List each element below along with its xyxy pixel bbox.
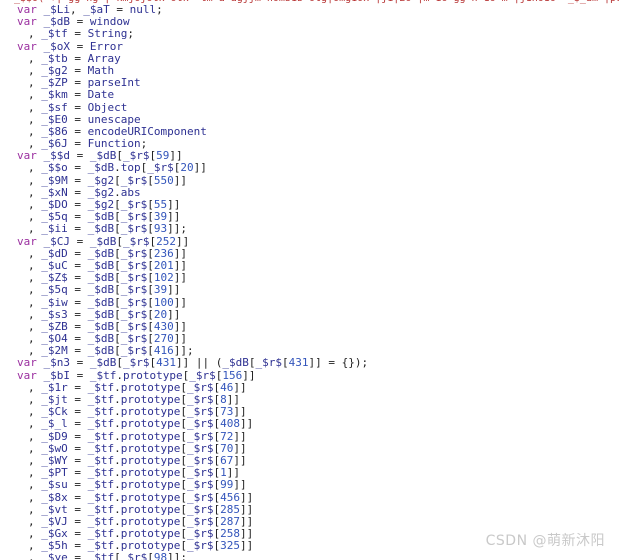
code-line-clipped-top: _$$o("+|=gg~ng^|"kmjojotk"otk"~tm~a~agjj… <box>0 0 619 4</box>
code-viewer[interactable]: _$$o("+|=gg~ng^|"kmjojotk"otk"~tm~a~agjj… <box>0 0 619 560</box>
code-line-container: _$$o("+|=gg~ng^|"kmjojotk"otk"~tm~a~agjj… <box>0 0 619 560</box>
code-line: , _$ye = _$tf[_$r$[98]]; <box>28 551 187 560</box>
